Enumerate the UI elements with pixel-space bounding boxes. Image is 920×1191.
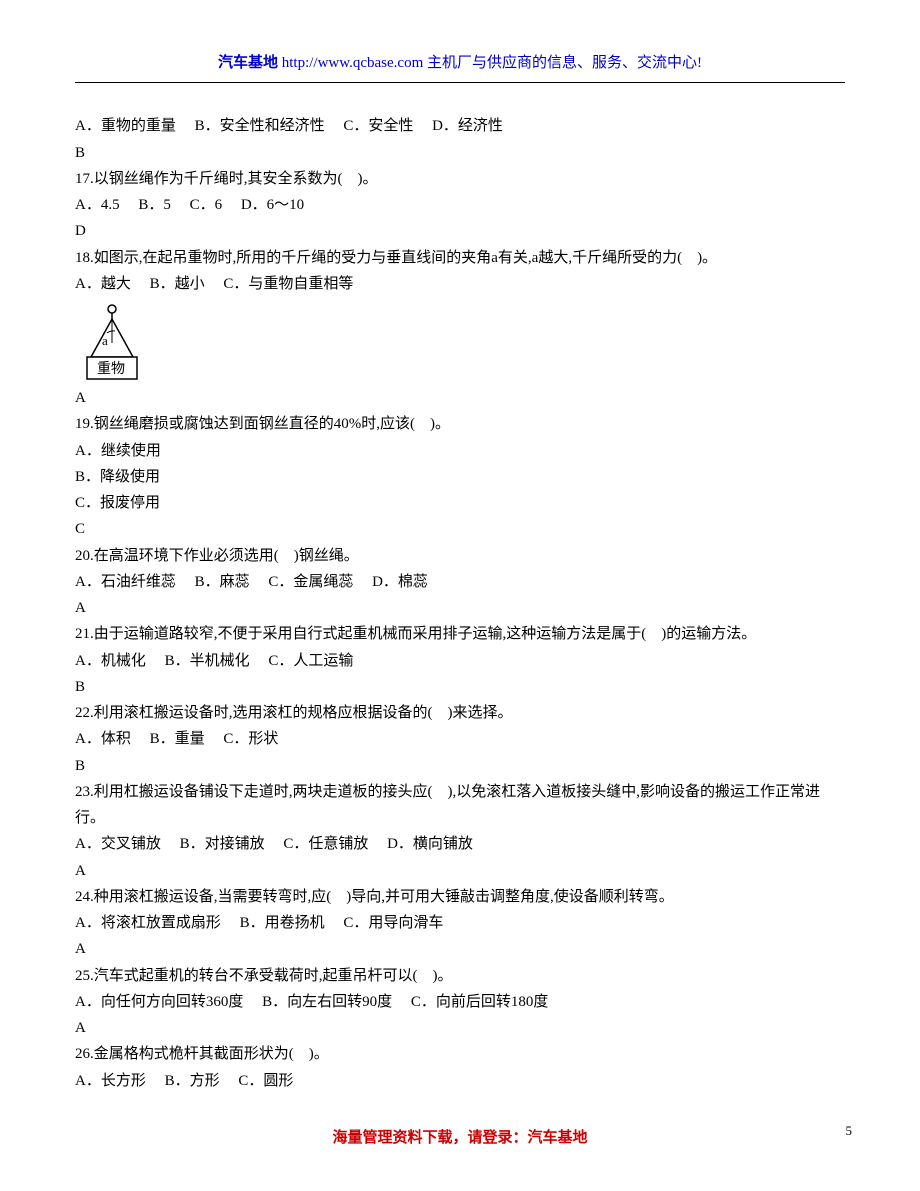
q20-options: A．石油纤维蕊 B．麻蕊 C．金属绳蕊 D．棉蕊 <box>75 569 845 595</box>
q23-text: 23.利用杠搬运设备铺设下走道时,两块走道板的接头应( ),以免滚杠落入道板接头… <box>75 779 845 832</box>
q24-answer: A <box>75 936 845 962</box>
page-number: 5 <box>846 1120 853 1143</box>
q17-answer: D <box>75 218 845 244</box>
q25-answer: A <box>75 1015 845 1041</box>
q21-text: 21.由于运输道路较窄,不便于采用自行式起重机械而采用排子运输,这种运输方法是属… <box>75 621 845 647</box>
q17-options: A．4.5 B．5 C．6 D．6～10 <box>75 192 845 218</box>
q22-answer: B <box>75 753 845 779</box>
site-desc: 主机厂与供应商的信息、服务、交流中心! <box>427 55 702 71</box>
q19-option-a: A．继续使用 <box>75 438 845 464</box>
q26-text: 26.金属格构式桅杆其截面形状为( )。 <box>75 1041 845 1067</box>
q22-text: 22.利用滚杠搬运设备时,选用滚杠的规格应根据设备的( )来选择。 <box>75 700 845 726</box>
q18-diagram: a 重物 <box>83 303 141 381</box>
q26-options: A．长方形 B．方形 C．圆形 <box>75 1068 845 1094</box>
q22-options: A．体积 B．重量 C．形状 <box>75 726 845 752</box>
content-body: A．重物的重量 B．安全性和经济性 C．安全性 D．经济性 B 17.以钢丝绳作… <box>75 113 845 1094</box>
q18-answer: A <box>75 385 845 411</box>
q18-options: A．越大 B．越小 C．与重物自重相等 <box>75 271 845 297</box>
q16-answer: B <box>75 140 845 166</box>
q19-option-c: C．报废停用 <box>75 490 845 516</box>
page: 汽车基地 http://www.qcbase.com 主机厂与供应商的信息、服务… <box>0 0 920 1191</box>
q21-options: A．机械化 B．半机械化 C．人工运输 <box>75 648 845 674</box>
page-footer: 海量管理资料下载，请登录：汽车基地 <box>0 1125 920 1151</box>
site-url: http://www.qcbase.com <box>282 55 424 71</box>
q24-options: A．将滚杠放置成扇形 B．用卷扬机 C．用导向滑车 <box>75 910 845 936</box>
q19-text: 19.钢丝绳磨损或腐蚀达到面钢丝直径的40%时,应该( )。 <box>75 411 845 437</box>
q17-text: 17.以钢丝绳作为千斤绳时,其安全系数为( )。 <box>75 166 845 192</box>
q19-answer: C <box>75 516 845 542</box>
q19-option-b: B．降级使用 <box>75 464 845 490</box>
q21-answer: B <box>75 674 845 700</box>
q25-text: 25.汽车式起重机的转台不承受载荷时,起重吊杆可以( )。 <box>75 963 845 989</box>
q20-answer: A <box>75 595 845 621</box>
weight-label: 重物 <box>97 361 125 377</box>
q24-text: 24.种用滚杠搬运设备,当需要转弯时,应( )导向,并可用大锤敲击调整角度,使设… <box>75 884 845 910</box>
page-header: 汽车基地 http://www.qcbase.com 主机厂与供应商的信息、服务… <box>75 50 845 83</box>
q23-answer: A <box>75 858 845 884</box>
q23-options: A．交叉铺放 B．对接铺放 C．任意铺放 D．横向铺放 <box>75 831 845 857</box>
q18-text: 18.如图示,在起吊重物时,所用的千斤绳的受力与垂直线间的夹角a有关,a越大,千… <box>75 245 845 271</box>
site-name: 汽车基地 <box>218 55 278 71</box>
alpha-label: a <box>102 333 108 348</box>
q25-options: A．向任何方向回转360度 B．向左右回转90度 C．向前后回转180度 <box>75 989 845 1015</box>
footer-text: 海量管理资料下载，请登录：汽车基地 <box>332 1129 587 1146</box>
hoist-diagram-icon: a 重物 <box>83 303 141 381</box>
q20-text: 20.在高温环境下作业必须选用( )钢丝绳。 <box>75 543 845 569</box>
q16-options: A．重物的重量 B．安全性和经济性 C．安全性 D．经济性 <box>75 113 845 139</box>
